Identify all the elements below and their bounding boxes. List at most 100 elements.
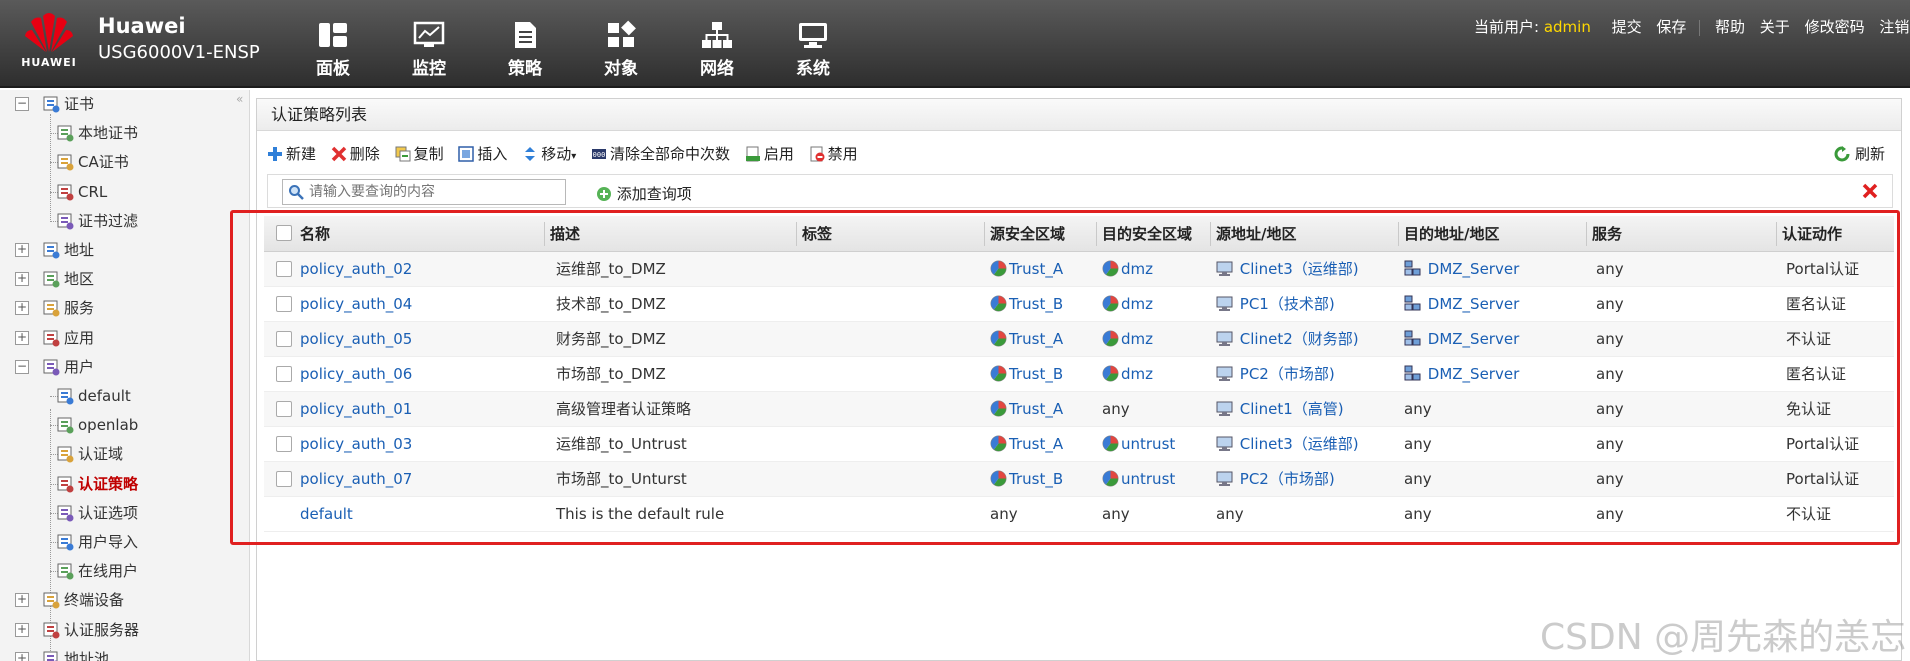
table-row[interactable]: policy_auth_06 市场部_to_DMZ Trust_B dmz PC2（市… [264,357,1894,392]
sidebar-item[interactable]: 证书过滤 [0,209,230,233]
policy-name-link[interactable]: default [300,505,353,523]
move-button[interactable]: 移动▾ [522,143,576,164]
sidebar-item[interactable]: + 地址池 [0,647,230,661]
table-row[interactable]: policy_auth_02 运维部_to_DMZ Trust_A dmz Cline… [264,252,1894,287]
sidebar-item[interactable]: 认证选项 [0,501,230,525]
expand-icon[interactable]: + [15,593,29,608]
delete-button[interactable]: 删除 [331,143,380,164]
insert-button[interactable]: 插入 [458,143,507,164]
close-icon[interactable] [1862,183,1878,199]
policy-name-link-cell[interactable]: policy_auth_04 [300,287,412,322]
column-header-dest-address[interactable]: 目的地址/地区 [1404,216,1499,252]
sidebar-item[interactable]: − 用户 [0,355,230,379]
sidebar-item[interactable]: + 认证服务器 [0,618,230,642]
expand-icon[interactable]: + [15,243,29,257]
nav-tab-monitor[interactable]: 监控 [394,20,464,79]
sidebar-item[interactable]: default [0,384,230,408]
row-checkbox[interactable] [276,261,292,277]
source-address[interactable]: PC2（市场部) [1240,365,1335,383]
column-header-service[interactable]: 服务 [1592,216,1622,252]
source-zone[interactable]: Trust_B [1009,470,1063,488]
table-row[interactable]: policy_auth_03 运维部_to_Untrust Trust_A untru… [264,427,1894,462]
change-password-link[interactable]: 修改密码 [1805,18,1865,36]
expand-icon[interactable]: + [15,330,29,345]
sidebar-item[interactable]: − 证书 [0,92,230,116]
copy-button[interactable]: 复制 [395,143,444,164]
dest-address[interactable]: DMZ_Server [1428,295,1519,313]
dest-zone[interactable]: dmz [1121,330,1153,348]
column-header-dest-zone[interactable]: 目的安全区域 [1102,216,1192,252]
expand-icon[interactable]: + [15,651,29,661]
sidebar-item[interactable]: + 服务 [0,296,230,320]
add-query-button[interactable]: 添加查询项 [596,183,692,204]
policy-name-link[interactable]: policy_auth_04 [300,295,412,313]
policy-name-link-cell[interactable]: policy_auth_01 [300,392,412,427]
row-checkbox[interactable] [276,331,292,347]
column-header-auth-action[interactable]: 认证动作 [1782,216,1842,252]
row-checkbox[interactable] [276,436,292,452]
about-link[interactable]: 关于 [1760,18,1790,36]
row-checkbox[interactable] [276,471,292,487]
policy-name-link-cell[interactable]: default [300,497,353,532]
column-header-tag[interactable]: 标签 [802,216,832,252]
select-all-checkbox[interactable] [276,225,292,241]
sidebar-item[interactable]: 认证域 [0,442,230,466]
source-zone[interactable]: Trust_A [1009,260,1063,278]
policy-name-link[interactable]: policy_auth_06 [300,365,412,383]
expand-icon[interactable]: + [15,622,29,637]
nav-tab-system[interactable]: 系统 [778,20,848,79]
nav-tab-object[interactable]: 对象 [586,20,656,79]
dest-zone[interactable]: dmz [1121,365,1153,383]
search-input[interactable] [282,179,566,205]
nav-tab-dashboard[interactable]: 面板 [298,20,368,79]
policy-name-link-cell[interactable]: policy_auth_07 [300,462,412,497]
source-zone[interactable]: Trust_A [1009,400,1063,418]
row-checkbox[interactable] [276,296,292,312]
enable-button[interactable]: 启用 [745,143,794,164]
policy-name-link-cell[interactable]: policy_auth_02 [300,252,412,287]
policy-name-link-cell[interactable]: policy_auth_06 [300,357,412,392]
table-row[interactable]: policy_auth_05 财务部_to_DMZ Trust_A dmz Cline… [264,322,1894,357]
nav-tab-policy[interactable]: 策略 [490,20,560,79]
column-header-source-zone[interactable]: 源安全区域 [990,216,1065,252]
sidebar-item[interactable]: 用户导入 [0,530,230,554]
table-row[interactable]: default This is the default rule any any any… [264,497,1894,532]
table-row[interactable]: policy_auth_04 技术部_to_DMZ Trust_B dmz PC1（技… [264,287,1894,322]
source-zone[interactable]: Trust_B [1009,365,1063,383]
policy-name-link[interactable]: policy_auth_07 [300,470,412,488]
collapse-icon[interactable]: − [15,97,29,111]
policy-name-link[interactable]: policy_auth_01 [300,400,412,418]
policy-name-link-cell[interactable]: policy_auth_03 [300,427,412,462]
column-header-description[interactable]: 描述 [550,216,580,252]
sidebar-item[interactable]: 认证策略 [0,472,230,496]
row-checkbox[interactable] [276,366,292,382]
dest-address[interactable]: DMZ_Server [1428,365,1519,383]
source-zone[interactable]: Trust_A [1009,330,1063,348]
sidebar-item[interactable]: + 终端设备 [0,588,230,612]
column-header-name[interactable]: 名称 [300,216,330,252]
table-row[interactable]: policy_auth_01 高级管理者认证策略 Trust_A any Clinet… [264,392,1894,427]
dest-zone[interactable]: untrust [1121,435,1175,453]
policy-name-link[interactable]: policy_auth_05 [300,330,412,348]
collapse-icon[interactable]: − [15,359,29,374]
logout-link[interactable]: 注销 [1879,18,1909,36]
new-button[interactable]: 新建 [267,143,316,164]
save-link[interactable]: 保存 [1656,18,1686,36]
source-address[interactable]: Clinet2（财务部) [1240,330,1359,348]
source-address[interactable]: Clinet3（运维部) [1240,260,1359,278]
sidebar-item[interactable]: CA证书 [0,150,230,174]
sidebar-item[interactable]: + 地区 [0,267,230,291]
sidebar-item[interactable]: + 地址 [0,238,230,262]
sidebar-item[interactable]: 本地证书 [0,121,230,145]
source-address[interactable]: PC1（技术部) [1240,295,1335,313]
clear-hits-button[interactable]: 000 清除全部命中次数 [591,143,730,164]
source-zone[interactable]: Trust_A [1009,435,1063,453]
sidebar-item[interactable]: CRL [0,180,230,204]
source-address[interactable]: PC2（市场部) [1240,470,1335,488]
help-link[interactable]: 帮助 [1715,18,1745,36]
column-header-source-address[interactable]: 源地址/地区 [1216,216,1296,252]
row-checkbox[interactable] [276,401,292,417]
nav-tab-network[interactable]: 网络 [682,20,752,79]
refresh-button[interactable]: 刷新 [1834,143,1885,164]
dest-zone[interactable]: dmz [1121,295,1153,313]
